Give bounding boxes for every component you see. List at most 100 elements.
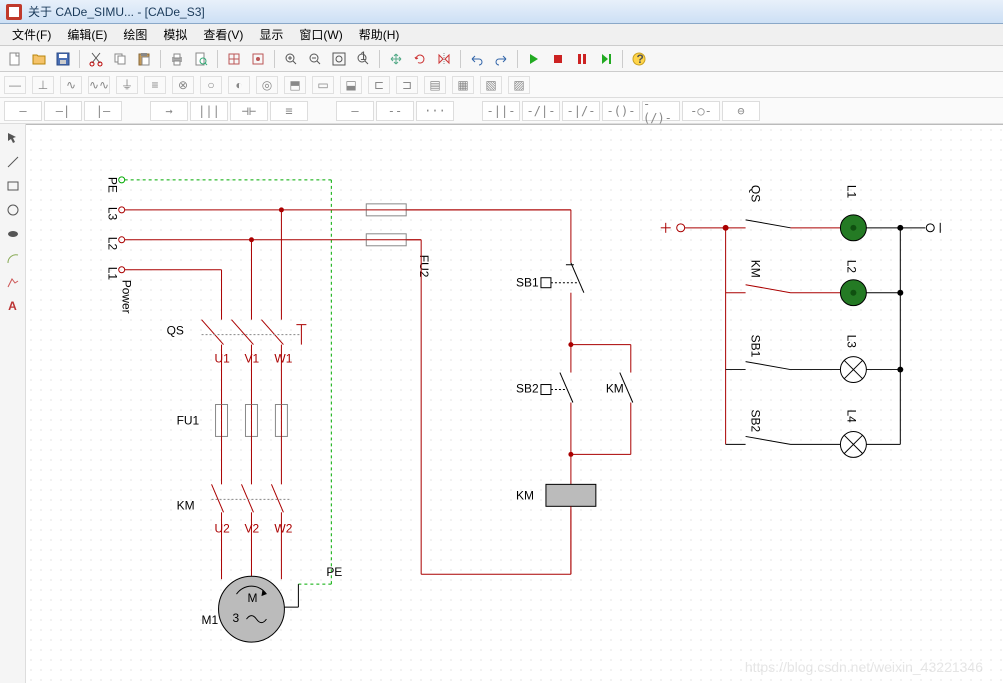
comp-14[interactable]: ⊏ bbox=[368, 76, 390, 94]
lad-7[interactable]: ≡ bbox=[270, 101, 308, 121]
comp-8[interactable]: ○ bbox=[200, 76, 222, 94]
comp-9[interactable]: ◐ bbox=[228, 76, 250, 94]
cut-button[interactable] bbox=[85, 48, 107, 70]
comp-10[interactable]: ◎ bbox=[256, 76, 278, 94]
comp-17[interactable]: ▦ bbox=[452, 76, 474, 94]
comp-4[interactable]: ∿∿ bbox=[88, 76, 110, 94]
comp-5[interactable]: ⏚ bbox=[116, 76, 138, 94]
component-toolbar: — ⊥ ∿ ∿∿ ⏚ ≡ ⊗ ○ ◐ ◎ ⬒ ▭ ⬓ ⊏ ⊐ ▤ ▦ ▧ ▨ bbox=[0, 72, 1003, 98]
label-r-l1: L1 bbox=[844, 185, 858, 199]
comp-15[interactable]: ⊐ bbox=[396, 76, 418, 94]
comp-2[interactable]: ⊥ bbox=[32, 76, 54, 94]
lad-6[interactable]: ⊣⊢ bbox=[230, 101, 268, 121]
svg-text:3: 3 bbox=[233, 611, 240, 625]
comp-13[interactable]: ⬓ bbox=[340, 76, 362, 94]
zoom-100-button[interactable]: 1 bbox=[352, 48, 374, 70]
svg-text:M: M bbox=[247, 591, 257, 605]
label-r-qs: QS bbox=[749, 185, 763, 202]
circle-tool[interactable] bbox=[3, 200, 23, 220]
lad-2[interactable]: —| bbox=[44, 101, 82, 121]
motor-m1: M 3 bbox=[219, 576, 299, 642]
rect-tool[interactable] bbox=[3, 176, 23, 196]
redo-button[interactable] bbox=[490, 48, 512, 70]
lad-1[interactable]: — bbox=[4, 101, 42, 121]
comp-16[interactable]: ▤ bbox=[424, 76, 446, 94]
undo-button[interactable] bbox=[466, 48, 488, 70]
comp-7[interactable]: ⊗ bbox=[172, 76, 194, 94]
menu-show[interactable]: 显示 bbox=[251, 24, 291, 45]
rotate-button[interactable] bbox=[409, 48, 431, 70]
km-coil bbox=[546, 484, 596, 506]
lad-10[interactable]: ··· bbox=[416, 101, 454, 121]
label-pe2: PE bbox=[326, 565, 342, 579]
fu1 bbox=[216, 404, 288, 436]
lad-15[interactable]: -(/)- bbox=[642, 101, 680, 121]
menu-file[interactable]: 文件(F) bbox=[4, 24, 59, 45]
zoom-fit-button[interactable] bbox=[328, 48, 350, 70]
comp-12[interactable]: ▭ bbox=[312, 76, 334, 94]
label-fu1: FU1 bbox=[177, 413, 200, 427]
label-v2: V2 bbox=[244, 521, 259, 535]
save-button[interactable] bbox=[52, 48, 74, 70]
side-toolbar: A bbox=[0, 124, 26, 683]
menu-window[interactable]: 窗口(W) bbox=[291, 24, 350, 45]
label-km-coil: KM bbox=[516, 488, 534, 502]
lad-8[interactable]: — bbox=[336, 101, 374, 121]
drawing-canvas[interactable]: PE L3 L2 L1 Power bbox=[26, 124, 1003, 683]
label-power: Power bbox=[120, 280, 134, 314]
comp-3[interactable]: ∿ bbox=[60, 76, 82, 94]
poly-tool[interactable] bbox=[3, 272, 23, 292]
pause-button[interactable] bbox=[571, 48, 593, 70]
label-r-sb1: SB1 bbox=[749, 335, 763, 358]
open-button[interactable] bbox=[28, 48, 50, 70]
fu2 bbox=[366, 204, 406, 246]
line-tool[interactable] bbox=[3, 152, 23, 172]
move-button[interactable] bbox=[385, 48, 407, 70]
lad-12[interactable]: -/|- bbox=[522, 101, 560, 121]
cursor-tool[interactable] bbox=[3, 128, 23, 148]
comp-1[interactable]: — bbox=[4, 76, 26, 94]
zoom-in-button[interactable] bbox=[280, 48, 302, 70]
copy-button[interactable] bbox=[109, 48, 131, 70]
menu-draw[interactable]: 绘图 bbox=[115, 24, 155, 45]
window-title: 关于 CADe_SIMU... - [CADe_S3] bbox=[28, 3, 205, 20]
menu-help[interactable]: 帮助(H) bbox=[351, 24, 408, 45]
lad-14[interactable]: -()- bbox=[602, 101, 640, 121]
label-km: KM bbox=[177, 498, 195, 512]
menu-edit[interactable]: 编辑(E) bbox=[59, 24, 115, 45]
main-toolbar: 1 ? bbox=[0, 46, 1003, 72]
mirror-button[interactable] bbox=[433, 48, 455, 70]
run-button[interactable] bbox=[523, 48, 545, 70]
label-l2: L2 bbox=[106, 237, 120, 251]
paste-button[interactable] bbox=[133, 48, 155, 70]
zoom-out-button[interactable] bbox=[304, 48, 326, 70]
comp-6[interactable]: ≡ bbox=[144, 76, 166, 94]
stop-button[interactable] bbox=[547, 48, 569, 70]
arc-tool[interactable] bbox=[3, 248, 23, 268]
label-u2: U2 bbox=[215, 521, 231, 535]
symbol-button[interactable] bbox=[247, 48, 269, 70]
lad-16[interactable]: -○- bbox=[682, 101, 720, 121]
lad-13[interactable]: -|/- bbox=[562, 101, 600, 121]
library-button[interactable] bbox=[223, 48, 245, 70]
lad-9[interactable]: -- bbox=[376, 101, 414, 121]
lad-4[interactable]: → bbox=[150, 101, 188, 121]
lad-5[interactable]: ||| bbox=[190, 101, 228, 121]
sb2 bbox=[541, 373, 573, 455]
lad-3[interactable]: |— bbox=[84, 101, 122, 121]
comp-19[interactable]: ▨ bbox=[508, 76, 530, 94]
print-button[interactable] bbox=[166, 48, 188, 70]
lad-17[interactable]: ⊖ bbox=[722, 101, 760, 121]
lad-11[interactable]: -||- bbox=[482, 101, 520, 121]
step-button[interactable] bbox=[595, 48, 617, 70]
comp-18[interactable]: ▧ bbox=[480, 76, 502, 94]
menu-simu[interactable]: 模拟 bbox=[155, 24, 195, 45]
comp-11[interactable]: ⬒ bbox=[284, 76, 306, 94]
help-button[interactable]: ? bbox=[628, 48, 650, 70]
new-button[interactable] bbox=[4, 48, 26, 70]
ellipse-tool[interactable] bbox=[3, 224, 23, 244]
preview-button[interactable] bbox=[190, 48, 212, 70]
label-km-aux: KM bbox=[606, 382, 624, 396]
text-tool[interactable]: A bbox=[3, 296, 23, 316]
menu-view[interactable]: 查看(V) bbox=[195, 24, 251, 45]
